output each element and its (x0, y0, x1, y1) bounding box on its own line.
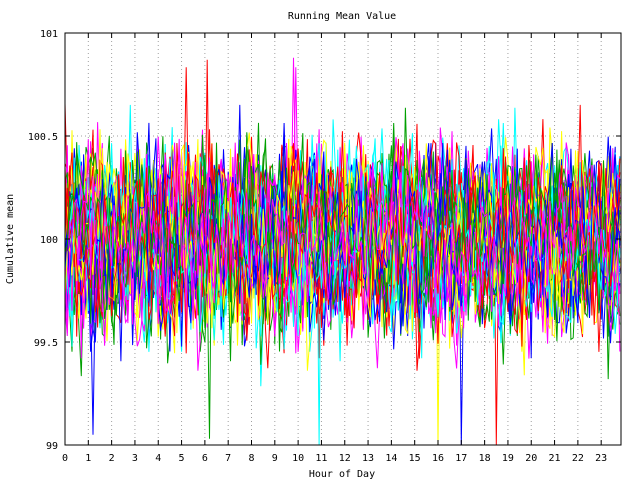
x-tick-label: 1 (85, 453, 91, 464)
y-tick-label: 99.5 (34, 338, 58, 349)
x-tick-label: 4 (155, 453, 161, 464)
x-tick-label: 0 (62, 453, 68, 464)
running-mean-chart: Running Mean Value 0 1 2 3 4 5 6 7 8 9 10 11 12 13 14 1… (0, 0, 640, 480)
x-tick-label: 5 (179, 453, 185, 464)
y-tick-label: 100 (40, 235, 58, 246)
x-tick-label: 13 (362, 453, 374, 464)
x-tick-label: 16 (432, 453, 444, 464)
y-tick-label: 100.5 (28, 132, 58, 143)
x-tick-label: 10 (292, 453, 304, 464)
x-tick-label: 14 (385, 453, 397, 464)
x-tick-label: 18 (479, 453, 491, 464)
x-tick-label: 8 (248, 453, 254, 464)
x-tick-label: 9 (272, 453, 278, 464)
y-tick-label: 101 (40, 29, 58, 40)
x-tick-label: 21 (549, 453, 561, 464)
y-axis-label: Cumulative mean (5, 194, 16, 284)
x-tick-label: 11 (315, 453, 327, 464)
x-tick-label: 22 (572, 453, 584, 464)
x-tick-label: 2 (109, 453, 115, 464)
x-tick-label: 20 (525, 453, 537, 464)
x-tick-label: 6 (202, 453, 208, 464)
x-tick-label: 19 (502, 453, 514, 464)
x-tick-label: 15 (409, 453, 421, 464)
y-tick-label: 99 (46, 441, 58, 452)
x-tick-label: 3 (132, 453, 138, 464)
x-tick-label: 17 (455, 453, 467, 464)
x-tick-label: 7 (225, 453, 231, 464)
chart-title: Running Mean Value (288, 11, 396, 22)
x-tick-label: 23 (595, 453, 607, 464)
x-axis-label: Hour of Day (309, 469, 375, 480)
x-tick-label: 12 (339, 453, 351, 464)
